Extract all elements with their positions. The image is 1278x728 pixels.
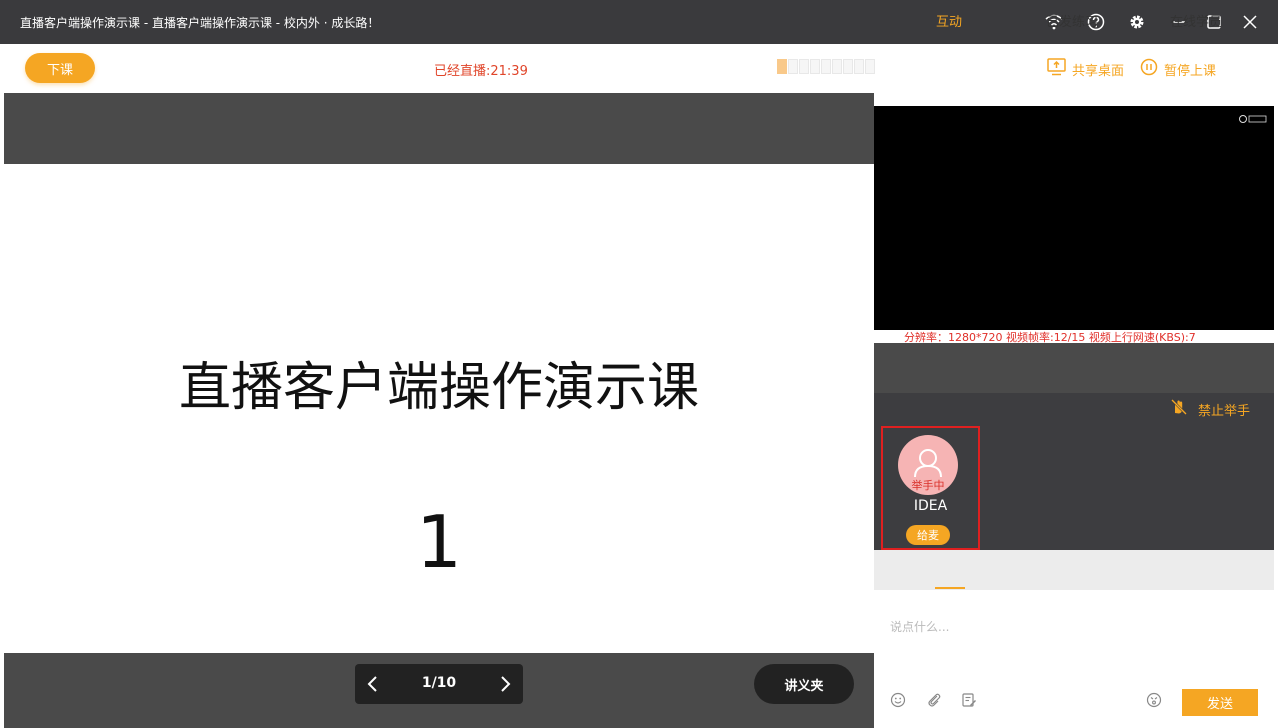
side-tabs [874, 550, 1274, 590]
pause-class-button[interactable]: 暂停上课 [1140, 58, 1216, 80]
tab-interaction[interactable]: 互动 [936, 11, 962, 30]
pause-class-label: 暂停上课 [1164, 63, 1217, 79]
give-mic-button[interactable]: 给麦 [906, 525, 950, 545]
signal-bar [854, 59, 864, 74]
signal-bar [777, 59, 787, 74]
video-preview [874, 106, 1274, 330]
signal-bar [821, 59, 831, 74]
send-button[interactable]: 发送 [1182, 689, 1258, 716]
student-name: IDEA [913, 498, 948, 514]
signal-bar [832, 59, 842, 74]
slide-pager: 1/10 [355, 664, 523, 704]
tab-online-students[interactable]: 在线学员 [1170, 11, 1222, 30]
signal-strength-meter [777, 59, 878, 74]
monitor-icon [1047, 58, 1072, 80]
share-desktop-label: 共享桌面 [1072, 63, 1125, 79]
video-controls-band [874, 343, 1274, 393]
handout-folder-button[interactable]: 讲义夹 [754, 664, 854, 704]
signal-bar [799, 59, 809, 74]
signal-bar [788, 59, 798, 74]
close-icon[interactable] [1239, 11, 1261, 33]
slide-number: 1 [416, 500, 462, 584]
forbid-hand-raise-label: 禁止举手 [1198, 403, 1251, 419]
watermark-logo-icon [1238, 109, 1268, 123]
note-edit-icon[interactable] [960, 691, 978, 709]
previous-page-icon[interactable] [361, 672, 385, 696]
emoji-icon[interactable] [889, 691, 907, 709]
slide-title: 直播客户端操作演示课 [178, 358, 699, 418]
no-hand-icon [1170, 398, 1198, 420]
signal-bar [810, 59, 820, 74]
hand-raise-status: 举手中 [911, 479, 945, 492]
pause-icon [1140, 58, 1164, 80]
active-tab-indicator [935, 587, 965, 589]
end-class-button[interactable]: 下课 [25, 53, 95, 83]
mute-all-icon[interactable] [1145, 691, 1163, 709]
tab-exercises[interactable]: 已发练习 [1046, 11, 1098, 30]
signal-bar [865, 59, 875, 74]
live-timer: 已经直播:21:39 [434, 64, 528, 79]
chat-input[interactable]: 说点什么... [890, 618, 949, 635]
settings-icon[interactable] [1126, 11, 1148, 33]
forbid-hand-raise-button[interactable]: 禁止举手 [1170, 398, 1250, 420]
slide-top-bar [4, 93, 874, 164]
share-desktop-button[interactable]: 共享桌面 [1047, 58, 1124, 80]
window-title: 直播客户端操作演示课 - 直播客户端操作演示课 - 校内外 · 成长路！ [20, 16, 380, 30]
signal-bar [843, 59, 853, 74]
attachment-icon[interactable] [925, 691, 943, 709]
next-page-icon[interactable] [493, 672, 517, 696]
page-indicator: 1/10 [421, 675, 457, 691]
